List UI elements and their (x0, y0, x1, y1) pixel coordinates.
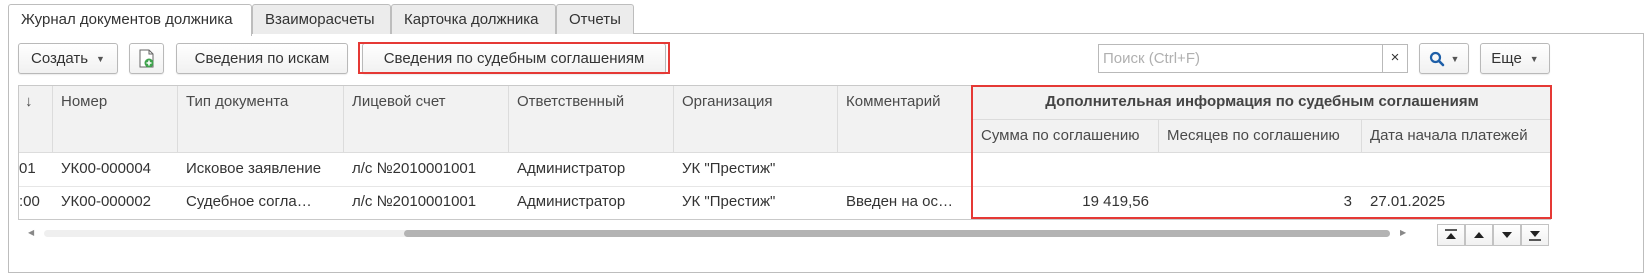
agreements-columns-highlight (971, 85, 1552, 219)
cell-organization: УК "Престиж" (682, 160, 776, 177)
column-header-number[interactable]: Номер (53, 86, 178, 153)
search-options-button[interactable]: ▼ (1419, 43, 1469, 74)
claims-info-button[interactable]: Сведения по искам (176, 43, 348, 74)
column-header-comment[interactable]: Комментарий (838, 86, 973, 153)
add-file-button[interactable] (129, 43, 164, 74)
cell-account: л/с №2010001001 (352, 193, 477, 210)
cell-date: 01 (19, 160, 36, 177)
horizontal-scrollbar[interactable]: ◀ ▶ (28, 226, 1408, 240)
column-header-organization[interactable]: Организация (674, 86, 838, 153)
sort-down-icon: ↓ (25, 93, 33, 110)
chevron-down-icon: ▼ (1529, 53, 1539, 64)
scroll-right-icon[interactable]: ▶ (1400, 226, 1406, 240)
create-button[interactable]: Создать ▼ (18, 43, 118, 74)
column-header-responsible[interactable]: Ответственный (509, 86, 674, 153)
tab-debtor-card[interactable]: Карточка должника (391, 4, 556, 34)
add-document-icon (139, 49, 153, 68)
search-icon (1429, 51, 1444, 67)
sort-column-header[interactable]: ↓ (19, 86, 53, 153)
chevron-down-icon: ▼ (1450, 53, 1460, 64)
tab-debtor-documents-journal[interactable]: Журнал документов должника (8, 4, 252, 36)
cell-doc-type: Исковое заявление (186, 160, 322, 177)
down-icon (1502, 232, 1512, 238)
tab-reports[interactable]: Отчеты (556, 4, 634, 34)
search-input[interactable]: Поиск (Ctrl+F) (1098, 44, 1382, 73)
cell-comment: Введен на ос… (846, 193, 953, 210)
last-icon (1529, 231, 1541, 241)
scroll-up-button[interactable] (1465, 224, 1493, 246)
chevron-down-icon: ▼ (96, 53, 105, 64)
first-icon (1445, 229, 1457, 239)
create-button-label: Создать (31, 50, 89, 67)
scroll-to-top-button[interactable] (1437, 224, 1465, 246)
scroll-left-icon[interactable]: ◀ (28, 226, 34, 240)
cell-responsible: Администратор (517, 193, 626, 210)
cell-date: :00 (19, 193, 40, 210)
cell-responsible: Администратор (517, 160, 626, 177)
cell-doc-type: Судебное согла… (186, 193, 312, 210)
cell-account: л/с №2010001001 (352, 160, 477, 177)
scroll-thumb[interactable] (404, 230, 1390, 237)
scroll-to-bottom-button[interactable] (1521, 224, 1549, 246)
cell-number: УК00-000004 (61, 160, 151, 177)
column-header-doc-type[interactable]: Тип документа (178, 86, 344, 153)
tab-settlements[interactable]: Взаиморасчеты (252, 4, 391, 34)
agreements-button-highlight (358, 42, 670, 74)
scroll-down-button[interactable] (1493, 224, 1521, 246)
more-button-label: Еще (1491, 50, 1522, 67)
column-header-account[interactable]: Лицевой счет (344, 86, 509, 153)
cell-organization: УК "Престиж" (682, 193, 776, 210)
cell-number: УК00-000002 (61, 193, 151, 210)
more-button[interactable]: Еще ▼ (1480, 43, 1550, 74)
up-icon (1474, 232, 1484, 238)
clear-search-button[interactable]: × (1382, 44, 1408, 73)
